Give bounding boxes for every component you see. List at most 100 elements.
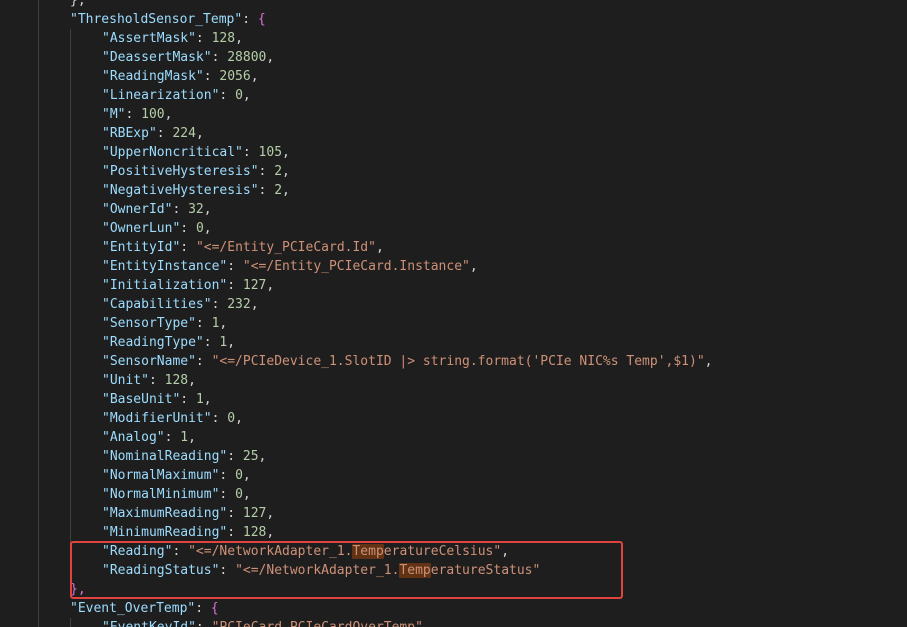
code-line[interactable]: "SensorName": "<=/PCIeDevice_1.SlotID |>… <box>0 352 907 371</box>
code-token: : <box>164 430 181 445</box>
indent-guide <box>70 105 71 124</box>
code-token: 2 <box>274 183 283 198</box>
code-token: , <box>501 544 510 559</box>
code-text: "NegativeHysteresis": 2, <box>102 181 290 200</box>
code-token: , <box>219 316 228 331</box>
code-text: "ReadingType": 1, <box>102 333 235 352</box>
code-token: 25 <box>242 449 259 464</box>
code-text: }, <box>70 580 86 599</box>
indent-guide <box>70 238 71 257</box>
indent-guide <box>38 143 39 162</box>
code-line[interactable]: "MaximumReading": 127, <box>0 504 907 523</box>
indent-guide <box>38 428 39 447</box>
indent-guide <box>70 428 71 447</box>
code-line[interactable]: "Capabilities": 232, <box>0 295 907 314</box>
code-line[interactable]: "ReadingMask": 2056, <box>0 67 907 86</box>
code-line[interactable]: "Event_OverTemp": { <box>0 599 907 618</box>
code-text: "M": 100, <box>102 105 172 124</box>
code-line[interactable]: "EntityInstance": "<=/Entity_PCIeCard.In… <box>0 257 907 276</box>
code-token: , <box>203 202 212 217</box>
code-text: "ReadingStatus": "<=/NetworkAdapter_1.Te… <box>102 561 540 580</box>
code-line[interactable]: "SensorType": 1, <box>0 314 907 333</box>
indent-guide <box>38 0 39 10</box>
code-token: 32 <box>188 202 204 217</box>
code-text: "Analog": 1, <box>102 428 196 447</box>
code-text: "Linearization": 0, <box>102 86 251 105</box>
code-line[interactable]: "ModifierUnit": 0, <box>0 409 907 428</box>
code-token: "MaximumReading" <box>102 506 228 521</box>
search-match: Temp <box>352 544 384 559</box>
code-line[interactable]: "AssertMask": 128, <box>0 29 907 48</box>
code-line[interactable]: "EntityId": "<=/Entity_PCIeCard.Id", <box>0 238 907 257</box>
code-token: , <box>250 297 259 312</box>
code-token: 0 <box>235 468 243 483</box>
code-token: 100 <box>141 107 165 122</box>
indent-guide <box>38 48 39 67</box>
code-token: , <box>266 506 275 521</box>
code-line[interactable]: "M": 100, <box>0 105 907 124</box>
indent-guide <box>70 352 71 371</box>
code-token: : <box>156 126 173 141</box>
code-line[interactable]: "NominalReading": 25, <box>0 447 907 466</box>
code-text: "PositiveHysteresis": 2, <box>102 162 290 181</box>
code-line[interactable]: "UpperNoncritical": 105, <box>0 143 907 162</box>
code-token: { <box>210 601 219 616</box>
code-line[interactable]: "Analog": 1, <box>0 428 907 447</box>
code-token: : <box>242 145 259 160</box>
code-line[interactable]: "ThresholdSensor_Temp": { <box>0 10 907 29</box>
code-token: }, <box>70 0 86 8</box>
code-line[interactable]: "PositiveHysteresis": 2, <box>0 162 907 181</box>
code-token: , <box>188 430 196 445</box>
code-line[interactable]: "Unit": 128, <box>0 371 907 390</box>
indent-guide <box>38 352 39 371</box>
code-token: , <box>203 221 212 236</box>
indent-guide <box>38 295 39 314</box>
indent-guide <box>70 390 71 409</box>
indent-guide <box>70 409 71 428</box>
indent-guide <box>70 485 71 504</box>
code-line[interactable]: }, <box>0 0 907 10</box>
code-line[interactable]: "NormalMinimum": 0, <box>0 485 907 504</box>
code-line[interactable]: "OwnerLun": 0, <box>0 219 907 238</box>
code-line[interactable]: "OwnerId": 32, <box>0 200 907 219</box>
code-token: 0 <box>195 221 204 236</box>
code-token: "Analog" <box>102 430 165 445</box>
code-line[interactable]: "RBExp": 224, <box>0 124 907 143</box>
indent-guide <box>38 219 39 238</box>
code-token: "ReadingType" <box>102 335 204 350</box>
code-line[interactable]: "MinimumReading": 128, <box>0 523 907 542</box>
code-text: "Initialization": 127, <box>102 276 274 295</box>
code-line[interactable]: "Reading": "<=/NetworkAdapter_1.Temperat… <box>0 542 907 561</box>
code-line[interactable]: "ReadingStatus": "<=/NetworkAdapter_1.Te… <box>0 561 907 580</box>
code-line[interactable]: "ReadingType": 1, <box>0 333 907 352</box>
code-line[interactable]: "Linearization": 0, <box>0 86 907 105</box>
code-line[interactable]: }, <box>0 580 907 599</box>
code-line[interactable]: "NegativeHysteresis": 2, <box>0 181 907 200</box>
indent-guide <box>70 618 71 627</box>
indent-guide <box>38 105 39 124</box>
code-line[interactable]: "BaseUnit": 1, <box>0 390 907 409</box>
code-line[interactable]: "DeassertMask": 28800, <box>0 48 907 67</box>
code-editor[interactable]: }, "ThresholdSensor_Temp": {"AssertMask":… <box>0 0 907 627</box>
code-line[interactable]: "EventKeyId": "PCIeCard.PCIeCardOverTemp… <box>0 618 907 627</box>
code-token: "EntityInstance" <box>102 259 228 274</box>
code-token: 128 <box>242 525 267 540</box>
code-token: : <box>219 468 236 483</box>
code-token: 1 <box>180 430 189 445</box>
code-token: , <box>250 69 259 84</box>
indent-guide <box>38 29 39 48</box>
indent-guide <box>70 143 71 162</box>
code-token: "<=/NetworkAdapter_1. <box>235 563 400 578</box>
code-token: }, <box>70 582 86 597</box>
code-token: , <box>258 449 267 464</box>
code-token: 127 <box>242 278 267 293</box>
code-token: : <box>148 373 165 388</box>
code-line[interactable]: "Initialization": 127, <box>0 276 907 295</box>
indent-guide <box>38 466 39 485</box>
code-line[interactable]: "NormalMaximum": 0, <box>0 466 907 485</box>
code-token: "ThresholdSensor_Temp" <box>70 12 243 27</box>
code-token: : <box>219 88 236 103</box>
indent-guide <box>70 447 71 466</box>
indent-guide <box>38 333 39 352</box>
code-token: : <box>195 31 212 46</box>
